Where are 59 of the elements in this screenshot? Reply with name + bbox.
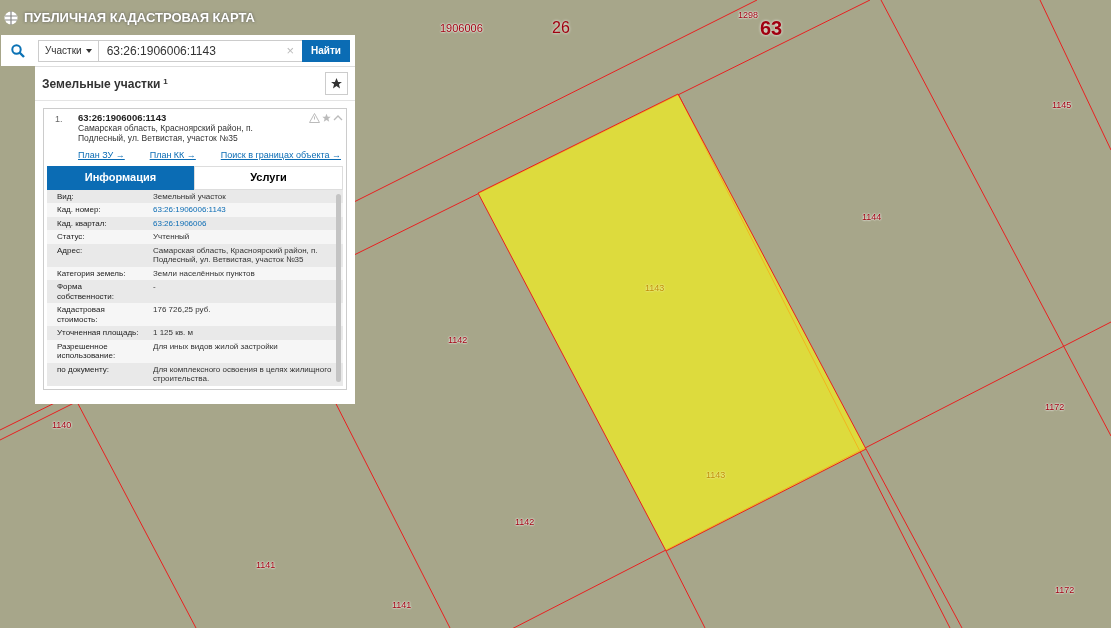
field-value: Для комплексного освоения в целях жилищного строительства. [153, 364, 333, 384]
field-value: Для иных видов жилой застройки [153, 341, 279, 353]
field-value: Земли населённых пунктов [153, 268, 256, 278]
parcel-number-label: 1172 [1055, 586, 1075, 595]
field-value: 1 125 кв. м [153, 328, 194, 338]
parcel-number-label: 1144 [862, 213, 882, 222]
parcel-number-label: 1140 [52, 421, 72, 430]
parcel-number-label: 1145 [1052, 101, 1072, 110]
search-field[interactable]: 63:26:1906006:1143 × [98, 39, 302, 62]
field-value: Учтенный [153, 232, 191, 242]
star-icon [330, 77, 343, 90]
warning-icon[interactable] [309, 113, 320, 123]
info-tab[interactable]: Услуги [194, 165, 343, 190]
cadastral-number[interactable]: 63:26:1906006:1143 [78, 113, 309, 123]
type-dropdown[interactable]: Участки [38, 39, 99, 62]
parcel-number-label: 1906006 [440, 23, 483, 34]
star-icon[interactable] [321, 113, 332, 123]
field-value: - [153, 282, 157, 293]
plan-link[interactable]: План ЗУ → [78, 149, 125, 163]
field-label: Кад. номер: [57, 205, 102, 215]
app-title: ПУБЛИЧНАЯ КАДАСТРОВАЯ КАРТА [24, 9, 255, 27]
results-title: Земельные участки $^{1}$ [42, 75, 168, 93]
field-label: Адрес: [57, 245, 84, 257]
parcel-number-label: 1143 [645, 284, 665, 293]
parcel-number-label: 1142 [448, 336, 468, 345]
result-index: 1. [54, 113, 64, 126]
field-label: Кад. квартал: [57, 218, 108, 228]
scrollbar[interactable] [336, 193, 341, 382]
parcel-number-label: 1141 [392, 601, 412, 610]
field-value: 176 726,25 руб. [153, 305, 212, 316]
search-icon[interactable] [11, 43, 25, 58]
parcel-number-label: 63 [760, 18, 783, 38]
find-button[interactable]: Найти [302, 39, 350, 62]
parcel-number-label: 26 [552, 20, 570, 36]
field-label: Уточненная площадь: [57, 328, 140, 338]
parcel-number-label: 1298 [738, 11, 759, 20]
field-value[interactable]: 63:26:1906006 [153, 218, 333, 228]
caret-icon [85, 48, 92, 53]
field-label: Форма собственности: [57, 282, 115, 301]
plan-link[interactable]: План КК → [149, 149, 196, 163]
plan-link[interactable]: Поиск в границах объекта → [220, 149, 341, 163]
field-label: Разрешенное использование: [57, 341, 117, 361]
collapse-icon[interactable] [333, 113, 343, 123]
parcel-number-label: 1142 [515, 518, 535, 527]
parcel-number-label: 1172 [1045, 403, 1065, 412]
field-label: Кадастровая стоимость: [57, 305, 106, 324]
parcel-number-label: 1143 [706, 471, 726, 480]
field-label: Категория земель: [57, 268, 127, 278]
parcel-number-label: 1141 [256, 561, 276, 570]
info-tab[interactable]: Информация [47, 165, 194, 190]
field-value[interactable]: 63:26:1906006:1143 [153, 205, 333, 215]
field-value: Земельный участок [153, 191, 227, 201]
field-label: Вид: [57, 191, 75, 201]
logo-icon [4, 9, 18, 26]
field-value: Самарская область, Красноярский район, п. Подлесный, ул. Ветвистая, участок №35 [153, 245, 319, 265]
parcel-address: Самарская область, Красноярский район, п. Подлесный, ул. Ветвистая, участок №35 [78, 123, 254, 143]
field-label: Статус: [57, 232, 86, 242]
field-label: по документу: [57, 364, 110, 376]
favorite-button[interactable] [325, 72, 348, 95]
